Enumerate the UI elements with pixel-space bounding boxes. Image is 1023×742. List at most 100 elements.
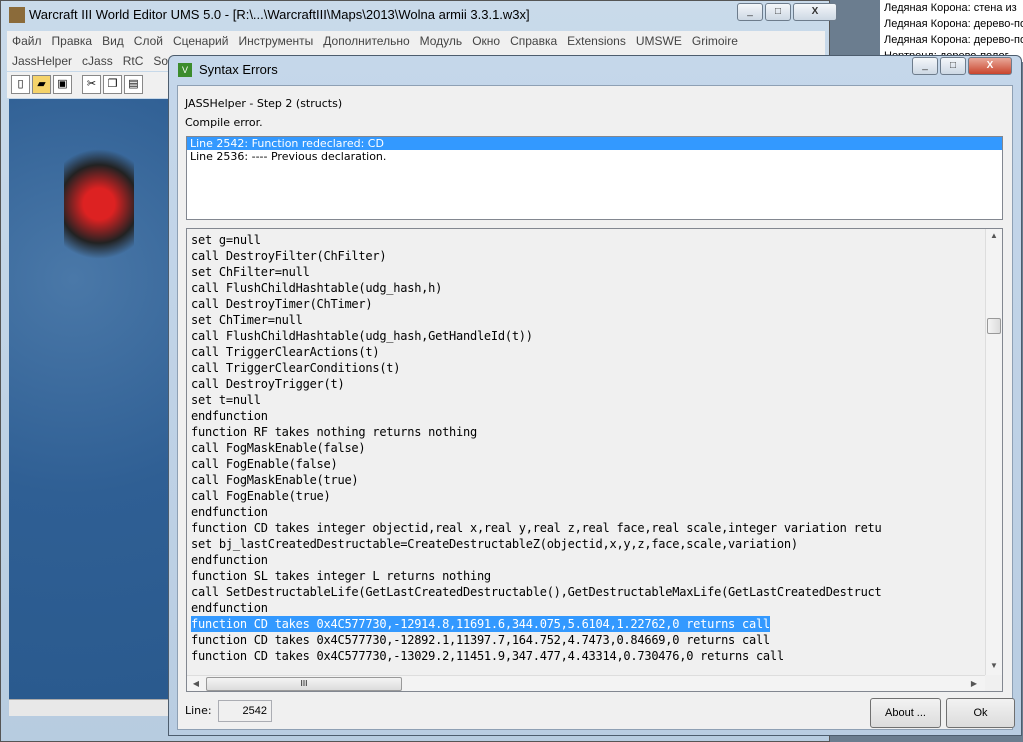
code-line-row: call DestroyTrigger(t) [191,376,983,392]
horizontal-scroll-thumb[interactable]: III [206,677,402,691]
open-folder-icon[interactable]: ▰ [32,75,51,94]
unit-model [64,134,134,274]
code-line: endfunction [191,601,268,615]
menu-item[interactable]: Справка [505,34,562,48]
about-button[interactable]: About ... [870,698,941,728]
code-line: set ChFilter=null [191,265,310,279]
code-line-row: function SL takes integer L returns noth… [191,568,983,584]
viewport-scrollbar[interactable] [9,699,169,716]
object-list-item[interactable]: Ледяная Корона: дерево-по [880,16,1023,32]
line-number-field[interactable]: 2542 [218,700,272,722]
step-label: JASSHelper - Step 2 (structs) [185,97,343,110]
code-line: function RF takes nothing returns nothin… [191,425,477,439]
save-icon[interactable]: ▣ [53,75,72,94]
syntax-errors-dialog: V Syntax Errors _ □ X JASSHelper - Step … [168,55,1022,736]
code-line-row: call DestroyFilter(ChFilter) [191,248,983,264]
error-item[interactable]: Line 2542: Function redeclared: CD [187,137,1002,150]
code-line: endfunction [191,505,268,519]
status-label: Compile error. [185,116,263,129]
code-line: call FogMaskEnable(false) [191,441,366,455]
map-viewport[interactable] [9,99,169,699]
menu-item[interactable]: Инструменты [233,34,318,48]
code-line: function SL takes integer L returns noth… [191,569,491,583]
code-line: call FlushChildHashtable(udg_hash,h) [191,281,443,295]
menu-item[interactable]: Дополнительно [318,34,414,48]
code-line: function CD takes integer objectid,real … [191,521,882,535]
code-line: call TriggerClearActions(t) [191,345,380,359]
code-line-row: function RF takes nothing returns nothin… [191,424,983,440]
ok-button[interactable]: Ok [946,698,1015,728]
code-line: call TriggerClearConditions(t) [191,361,401,375]
maximize-button[interactable]: □ [940,57,966,75]
code-line: endfunction [191,409,268,423]
code-line-row: call FlushChildHashtable(udg_hash,GetHan… [191,328,983,344]
code-line: function CD takes 0x4C577730,-13029.2,11… [191,649,784,663]
window-title: Warcraft III World Editor UMS 5.0 - [R:\… [29,7,530,22]
close-button[interactable]: X [793,3,837,21]
menu-item[interactable]: Вид [97,34,129,48]
menu-item[interactable]: Grimoire [687,34,743,48]
code-view[interactable]: set g=null call DestroyFilter(ChFilter) se… [186,228,1003,692]
code-line-row: endfunction [191,552,983,568]
code-line: function CD takes 0x4C577730,-12892.1,11… [191,633,770,647]
code-line-row: function CD takes 0x4C577730,-13029.2,11… [191,648,983,664]
menu-item[interactable]: cJass [77,54,118,68]
scroll-down-icon[interactable]: ▼ [987,661,1001,670]
new-file-icon[interactable]: ▯ [11,75,30,94]
menu-item[interactable]: RtC [118,54,149,68]
minimize-button[interactable]: _ [912,57,938,75]
jasshelper-icon: V [178,63,192,77]
code-line-row: set ChTimer=null [191,312,983,328]
paste-icon[interactable]: ▤ [124,75,143,94]
code-line-row: set t=null [191,392,983,408]
menu-item[interactable]: JassHelper [7,54,77,68]
menu-item[interactable]: UMSWE [631,34,687,48]
menu-item[interactable]: Правка [47,34,98,48]
code-line-row: endfunction [191,504,983,520]
code-line-row: set bj_lastCreatedDestructable=CreateDes… [191,536,983,552]
menu-item[interactable]: Окно [467,34,505,48]
code-line: set g=null [191,233,261,247]
code-line-row: function CD takes integer objectid,real … [191,520,983,536]
code-line-row: set ChFilter=null [191,264,983,280]
object-list[interactable]: Ледяная Корона: стена из Ледяная Корона: … [880,0,1023,62]
code-line-row: call FogEnable(true) [191,488,983,504]
horizontal-scrollbar[interactable]: ◀ III ▶ [187,675,985,691]
app-icon [9,7,25,23]
code-line: call FogEnable(true) [191,489,331,503]
code-line: endfunction [191,553,268,567]
code-line: call DestroyTimer(ChTimer) [191,297,373,311]
code-line: call FlushChildHashtable(udg_hash,GetHan… [191,329,533,343]
menu-item[interactable]: Слой [129,34,168,48]
vertical-scrollbar[interactable]: ▲ ▼ [985,229,1002,675]
scroll-right-icon[interactable]: ▶ [967,679,981,688]
object-list-item[interactable]: Ледяная Корона: стена из [880,0,1023,16]
code-line: call SetDestructableLife(GetLastCreatedD… [191,585,882,599]
code-line-row: call FogMaskEnable(true) [191,472,983,488]
menu-item[interactable]: Extensions [562,34,631,48]
menu-item[interactable]: Файл [7,34,47,48]
maximize-button[interactable]: □ [765,3,791,21]
minimize-button[interactable]: _ [737,3,763,21]
code-line-row: call TriggerClearActions(t) [191,344,983,360]
scroll-up-icon[interactable]: ▲ [987,231,1001,240]
code-line-row: call FlushChildHashtable(udg_hash,h) [191,280,983,296]
code-line: function CD takes 0x4C577730,-12914.8,11… [191,616,770,632]
scroll-left-icon[interactable]: ◀ [189,679,203,688]
dialog-title: Syntax Errors [199,62,278,77]
menu-item[interactable]: Сценарий [168,34,233,48]
code-line-row: call FogEnable(false) [191,456,983,472]
code-line-row: call SetDestructableLife(GetLastCreatedD… [191,584,983,600]
code-line-row: call TriggerClearConditions(t) [191,360,983,376]
code-line: set t=null [191,393,261,407]
close-button[interactable]: X [968,57,1012,75]
vertical-scroll-thumb[interactable] [987,318,1001,334]
code-line-row: function CD takes 0x4C577730,-12892.1,11… [191,632,983,648]
object-list-item[interactable]: Ледяная Корона: дерево-по [880,32,1023,48]
cut-icon[interactable]: ✂ [82,75,101,94]
error-item[interactable]: Line 2536: ---- Previous declaration. [187,150,1002,163]
error-list[interactable]: Line 2542: Function redeclared: CD Line 2… [186,136,1003,220]
code-line: call DestroyFilter(ChFilter) [191,249,387,263]
menu-item[interactable]: Модуль [415,34,468,48]
copy-icon[interactable]: ❐ [103,75,122,94]
